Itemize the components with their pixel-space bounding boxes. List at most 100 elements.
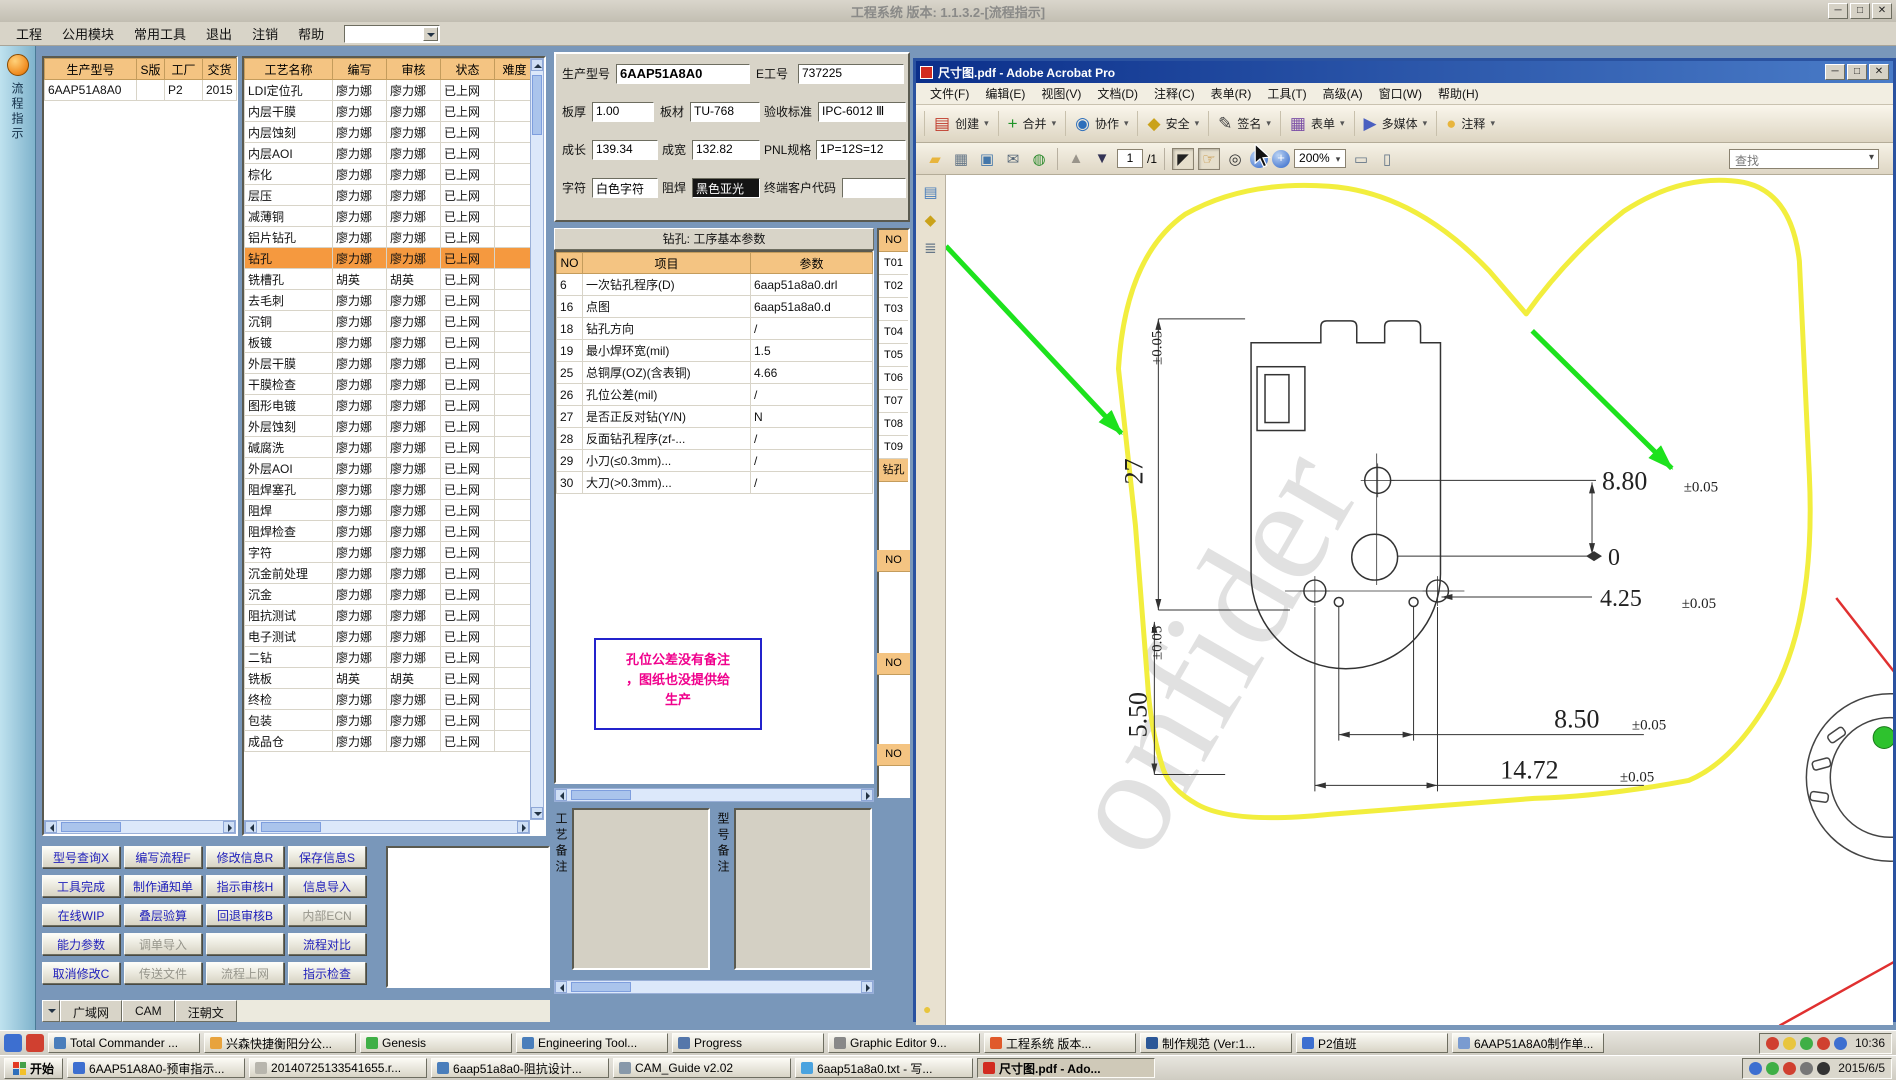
scroll-left-icon[interactable] — [245, 821, 257, 833]
column-header[interactable]: S版 — [136, 58, 165, 80]
param-row[interactable]: 27 是否正反对钻(Y/N) N — [556, 405, 873, 428]
tool-cell[interactable]: T01 — [879, 252, 908, 275]
pdf-drawing[interactable]: onfider 27 ±0.05 5.50 ±0.05 8.80 ±0.05 0… — [945, 175, 1893, 1025]
taskbar-button[interactable]: 6aap51a8a0.txt - 写... — [795, 1058, 974, 1078]
taskbar-button[interactable]: Total Commander ... — [48, 1033, 200, 1053]
action-button[interactable]: 在线WIP — [42, 904, 120, 926]
scroll-right-icon[interactable] — [517, 821, 529, 833]
toolbar-button[interactable]: ▤ 创建 — [924, 111, 998, 136]
process-row[interactable]: 去毛刺 廖力娜 廖力娜 已上网 — [244, 289, 535, 311]
model-remark-area[interactable] — [734, 808, 872, 970]
process-remark-area[interactable] — [572, 808, 710, 970]
process-row[interactable]: 层压 廖力娜 廖力娜 已上网 — [244, 184, 535, 206]
tray-icon[interactable] — [1800, 1061, 1814, 1075]
quick-launch-icon[interactable] — [4, 1034, 22, 1052]
taskbar-button[interactable]: 工程系统 版本... — [984, 1033, 1136, 1053]
tray-icon[interactable] — [1783, 1061, 1797, 1075]
chevron-down-icon[interactable] — [42, 1000, 60, 1022]
toolbar-button[interactable]: ◉ 协作 — [1065, 111, 1137, 136]
close-icon[interactable]: ✕ — [1872, 3, 1892, 19]
horizontal-scrollbar[interactable] — [554, 980, 874, 994]
tool-cell[interactable]: T06 — [879, 367, 908, 390]
scroll-up-icon[interactable] — [531, 59, 543, 71]
process-row[interactable]: 沉金 廖力娜 廖力娜 已上网 — [244, 583, 535, 605]
process-row[interactable]: 阻抗测试 廖力娜 廖力娜 已上网 — [244, 604, 535, 626]
bottom-tab[interactable]: CAM — [122, 1000, 175, 1022]
maximize-icon[interactable]: □ — [1850, 3, 1870, 19]
process-row[interactable]: 成品仓 廖力娜 廖力娜 已上网 — [244, 730, 535, 752]
horizontal-scrollbar[interactable] — [554, 788, 874, 802]
column-header[interactable]: 审核 — [386, 58, 441, 80]
process-row[interactable]: 干膜检查 廖力娜 廖力娜 已上网 — [244, 373, 535, 395]
menu-item[interactable]: 帮助 — [288, 22, 334, 45]
taskbar-button[interactable]: 6aap51a8a0-阻抗设计... — [431, 1058, 610, 1078]
param-row[interactable]: 25 总铜厚(OZ)(含表铜) 4.66 — [556, 361, 873, 384]
bottom-tab[interactable]: 广域网 — [60, 1000, 123, 1022]
select-tool-icon[interactable]: ◤ — [1172, 147, 1195, 170]
bookmarks-panel-icon[interactable]: ◆ — [925, 211, 937, 229]
maximize-icon[interactable]: □ — [1847, 64, 1867, 80]
menu-item[interactable]: 常用工具 — [124, 22, 196, 45]
process-row[interactable]: 铝片钻孔 廖力娜 廖力娜 已上网 — [244, 226, 535, 248]
process-row[interactable]: 板镀 廖力娜 廖力娜 已上网 — [244, 331, 535, 353]
taskbar-button[interactable]: 6AAP51A8A0制作单... — [1452, 1033, 1604, 1053]
tool-cell[interactable]: T04 — [879, 321, 908, 344]
upload-icon[interactable]: ◍ — [1028, 148, 1050, 170]
process-row[interactable]: LDI定位孔 廖力娜 廖力娜 已上网 — [244, 79, 535, 101]
tray-icon[interactable] — [1816, 1036, 1830, 1050]
menu-item[interactable]: 文档(D) — [1089, 83, 1146, 104]
tool-cell[interactable]: T09 — [879, 436, 908, 459]
action-button[interactable]: 取消修改C — [42, 962, 120, 984]
action-button[interactable]: 修改信息R — [206, 846, 284, 868]
scroll-right-icon[interactable] — [861, 981, 873, 993]
print-icon[interactable]: ▦ — [950, 148, 972, 170]
menu-item[interactable]: 高级(A) — [1315, 83, 1371, 104]
length-field[interactable]: 139.34 — [592, 140, 658, 160]
action-button[interactable]: 工具完成 — [42, 875, 120, 897]
zoom-in-icon[interactable]: + — [1272, 149, 1291, 168]
param-row[interactable]: 26 孔位公差(mil) / — [556, 383, 873, 406]
scroll-thumb[interactable] — [571, 790, 631, 800]
scroll-right-icon[interactable] — [223, 821, 235, 833]
taskbar-button[interactable]: 制作规范 (Ver:1... — [1140, 1033, 1292, 1053]
menu-item[interactable]: 视图(V) — [1033, 83, 1089, 104]
thickness-field[interactable]: 1.00 — [592, 102, 654, 122]
action-button[interactable]: 叠层验算 — [124, 904, 202, 926]
fit-width-icon[interactable]: ▭ — [1350, 148, 1372, 170]
action-button[interactable]: 内部ECN — [288, 904, 366, 926]
taskbar-button[interactable]: Progress — [672, 1033, 824, 1053]
process-row[interactable]: 棕化 廖力娜 廖力娜 已上网 — [244, 163, 535, 185]
vertical-scrollbar[interactable] — [530, 58, 544, 820]
comments-panel-icon[interactable]: ● — [923, 1001, 931, 1017]
menu-item[interactable]: 退出 — [196, 22, 242, 45]
taskbar-button[interactable]: P2值班 — [1296, 1033, 1448, 1053]
process-row[interactable]: 电子测试 廖力娜 廖力娜 已上网 — [244, 625, 535, 647]
scroll-left-icon[interactable] — [555, 981, 567, 993]
menu-item[interactable]: 注销 — [242, 22, 288, 45]
process-row[interactable]: 外层蚀刻 廖力娜 廖力娜 已上网 — [244, 415, 535, 437]
process-row[interactable]: 阻焊塞孔 廖力娜 廖力娜 已上网 — [244, 478, 535, 500]
toolbar-button[interactable]: + 合并 — [997, 111, 1065, 136]
page-number-input[interactable]: 1 — [1117, 149, 1143, 168]
param-row[interactable]: 30 大刀(>0.3mm)... / — [556, 471, 873, 494]
zoom-level-select[interactable]: 200% — [1294, 149, 1347, 168]
process-row[interactable]: 碱腐洗 廖力娜 廖力娜 已上网 — [244, 436, 535, 458]
column-header[interactable]: 工厂 — [164, 58, 203, 80]
action-button[interactable]: 能力参数 — [42, 933, 120, 955]
process-row[interactable]: 阻焊检查 廖力娜 廖力娜 已上网 — [244, 520, 535, 542]
param-row[interactable]: 28 反面钻孔程序(zf-... / — [556, 427, 873, 450]
silkscreen-field[interactable]: 白色字符 — [592, 178, 658, 198]
chevron-down-icon[interactable] — [423, 26, 439, 41]
tool-cell[interactable]: T03 — [879, 298, 908, 321]
action-button[interactable]: 回退审核B — [206, 904, 284, 926]
horizontal-scrollbar[interactable] — [244, 820, 530, 834]
process-row[interactable]: 内层蚀刻 廖力娜 廖力娜 已上网 — [244, 121, 535, 143]
scroll-thumb[interactable] — [61, 822, 121, 832]
email-icon[interactable]: ✉ — [1002, 148, 1024, 170]
tool-cell[interactable]: T07 — [879, 390, 908, 413]
menu-item[interactable]: 工具(T) — [1259, 83, 1314, 104]
process-row[interactable]: 铣槽孔 胡英 胡英 已上网 — [244, 268, 535, 290]
column-header[interactable]: 生产型号 — [44, 58, 137, 80]
action-button[interactable] — [206, 933, 284, 955]
tool-cell[interactable]: T08 — [879, 413, 908, 436]
